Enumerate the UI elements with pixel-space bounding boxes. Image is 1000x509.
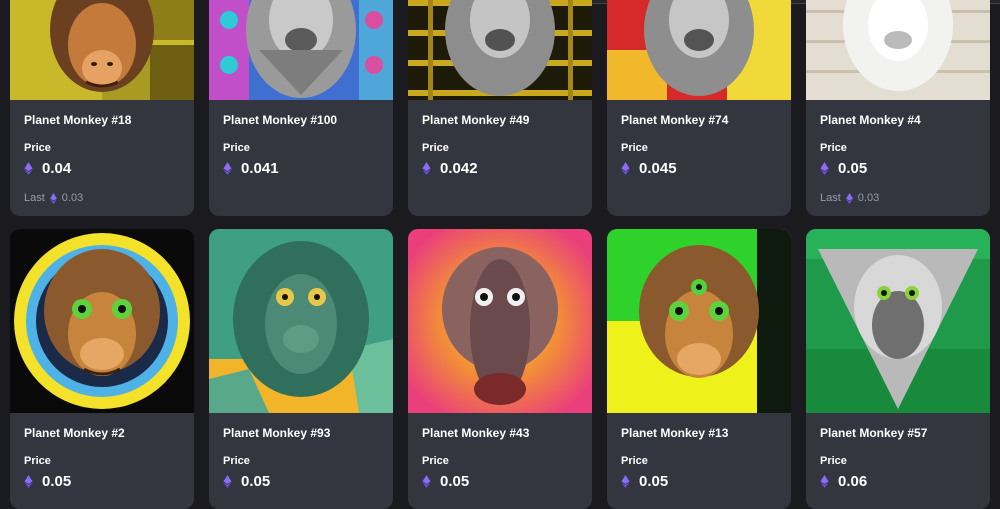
nft-image bbox=[806, 0, 990, 100]
price-label: Price bbox=[621, 142, 648, 154]
price-value: 0.05 bbox=[42, 472, 72, 490]
price-value: 0.04 bbox=[42, 159, 72, 177]
nft-name: Planet Monkey #93 bbox=[223, 426, 331, 440]
nft-name: Planet Monkey #18 bbox=[24, 113, 132, 127]
ethereum-icon bbox=[24, 161, 33, 175]
nft-card[interactable]: Planet Monkey #49 Price 0.042 bbox=[408, 0, 592, 216]
nft-name: Planet Monkey #100 bbox=[223, 113, 338, 127]
nft-image bbox=[607, 229, 791, 413]
nft-card[interactable]: Planet Monkey #74 Price 0.045 bbox=[607, 0, 791, 216]
nft-image bbox=[209, 0, 393, 100]
price-label: Price bbox=[422, 142, 449, 154]
nft-card[interactable]: Planet Monkey #18 Price 0.04 Last 0.03 bbox=[10, 0, 194, 216]
last-sale-value: 0.03 bbox=[61, 192, 84, 204]
nft-card[interactable]: Planet Monkey #13 Price 0.05 bbox=[607, 229, 791, 509]
nft-image bbox=[408, 229, 592, 413]
nft-image bbox=[806, 229, 990, 413]
nft-image bbox=[10, 229, 194, 413]
price-label: Price bbox=[223, 455, 250, 467]
nft-card[interactable]: Planet Monkey #100 Price 0.041 bbox=[209, 0, 393, 216]
price-label: Price bbox=[223, 142, 250, 154]
nft-name: Planet Monkey #74 bbox=[621, 113, 729, 127]
price-label: Price bbox=[24, 455, 51, 467]
price-label: Price bbox=[422, 455, 449, 467]
nft-card[interactable]: Planet Monkey #93 Price 0.05 bbox=[209, 229, 393, 509]
nft-card[interactable]: Planet Monkey #4 Price 0.05 Last 0.03 bbox=[806, 0, 990, 216]
price-value: 0.05 bbox=[440, 472, 470, 490]
ethereum-icon bbox=[845, 192, 853, 204]
nft-name: Planet Monkey #13 bbox=[621, 426, 729, 440]
last-sale-label: Last bbox=[820, 192, 841, 204]
nft-card[interactable]: Planet Monkey #57 Price 0.06 bbox=[806, 229, 990, 509]
price-label: Price bbox=[820, 455, 847, 467]
ethereum-icon bbox=[820, 474, 829, 488]
nft-grid: Planet Monkey #18 Price 0.04 Last 0.03 P… bbox=[10, 0, 990, 509]
ethereum-icon bbox=[223, 161, 232, 175]
ethereum-icon bbox=[422, 161, 431, 175]
last-sale-label: Last bbox=[24, 192, 45, 204]
nft-name: Planet Monkey #4 bbox=[820, 113, 921, 127]
price-label: Price bbox=[621, 455, 648, 467]
nft-image bbox=[607, 0, 791, 100]
ethereum-icon bbox=[223, 474, 232, 488]
nft-name: Planet Monkey #49 bbox=[422, 113, 530, 127]
nft-name: Planet Monkey #57 bbox=[820, 426, 928, 440]
nft-image bbox=[408, 0, 592, 100]
last-sale-value: 0.03 bbox=[857, 192, 880, 204]
nft-name: Planet Monkey #43 bbox=[422, 426, 530, 440]
nft-card[interactable]: Planet Monkey #43 Price 0.05 bbox=[408, 229, 592, 509]
price-label: Price bbox=[24, 142, 51, 154]
price-value: 0.045 bbox=[639, 159, 677, 177]
ethereum-icon bbox=[422, 474, 431, 488]
nft-image bbox=[10, 0, 194, 100]
nft-image bbox=[209, 229, 393, 413]
price-value: 0.06 bbox=[838, 472, 868, 490]
price-label: Price bbox=[820, 142, 847, 154]
price-value: 0.041 bbox=[241, 159, 279, 177]
ethereum-icon bbox=[820, 161, 829, 175]
ethereum-icon bbox=[621, 161, 630, 175]
nft-card[interactable]: Planet Monkey #2 Price 0.05 bbox=[10, 229, 194, 509]
nft-name: Planet Monkey #2 bbox=[24, 426, 125, 440]
price-value: 0.05 bbox=[241, 472, 271, 490]
price-value: 0.05 bbox=[838, 159, 868, 177]
ethereum-icon bbox=[621, 474, 630, 488]
ethereum-icon bbox=[24, 474, 33, 488]
ethereum-icon bbox=[49, 192, 57, 204]
price-value: 0.05 bbox=[639, 472, 669, 490]
price-value: 0.042 bbox=[440, 159, 478, 177]
